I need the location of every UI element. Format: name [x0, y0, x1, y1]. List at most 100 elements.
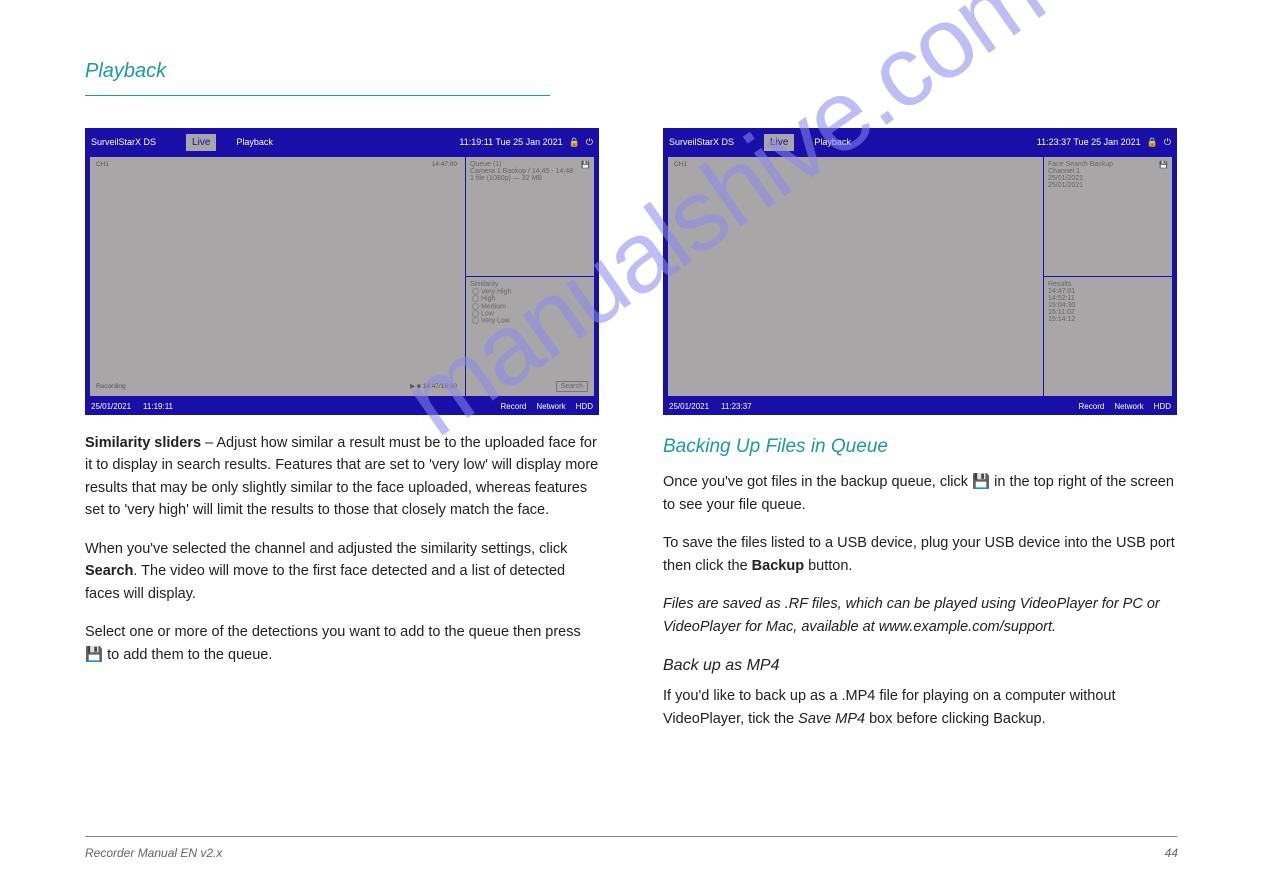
- column-left: Similarity sliders – Adjust how similar …: [85, 432, 599, 746]
- footer-left: Recorder Manual EN v2.x: [85, 846, 222, 860]
- screenshot-right-footer: 25/01/2021 11:23:37 Record Network HDD: [663, 397, 1177, 415]
- queue-line-1: Camera 1 Backup / 14:45 - 14:48: [470, 168, 590, 175]
- tab-live[interactable]: Live: [186, 134, 216, 151]
- footbar-time: 11:19:11: [143, 402, 173, 411]
- backup-button-label: Backup: [752, 558, 804, 574]
- p2-suffix: . The video will move to the first face …: [85, 563, 565, 601]
- backup-start: 25/01/2021: [1048, 175, 1168, 182]
- screenshot-left-footer: 25/01/2021 11:19:11 Record Network HDD: [85, 397, 599, 415]
- status-record: Record: [501, 402, 527, 411]
- paragraph-search: When you've selected the channel and adj…: [85, 538, 599, 605]
- screenshot-left-body: CH1 14:47:00 Recording ▶ ■ 14:47/16:30 Q…: [89, 156, 595, 397]
- similarity-panel: Similarity Very High High Medium Low Ver…: [466, 277, 594, 396]
- status-hdd: HDD: [1154, 402, 1171, 411]
- backup-channel: Channel 1: [1048, 168, 1168, 175]
- tab-live[interactable]: Live: [764, 134, 794, 151]
- power-icon[interactable]: ⏻: [586, 137, 593, 148]
- screenshot-right: SurveilStarX DS Live Playback 11:23:37 T…: [663, 128, 1177, 415]
- header-rule: [85, 95, 550, 96]
- play-icon[interactable]: ▶: [410, 383, 415, 390]
- status-record: Record: [1079, 402, 1105, 411]
- clock-text: 11:19:11 Tue 25 Jan 2021: [459, 137, 562, 147]
- sim-row-4[interactable]: Low: [470, 310, 590, 317]
- similarity-header: Similarity: [470, 281, 590, 288]
- status-network: Network: [1114, 402, 1143, 411]
- clock-text: 11:23:37 Tue 25 Jan 2021: [1037, 137, 1141, 147]
- section-title: Backing Up Files in Queue: [663, 432, 1177, 461]
- side-column: Face Search Backup Channel 1 25/01/2021 …: [1044, 157, 1172, 396]
- p3-suffix: to add them to the queue.: [107, 647, 272, 663]
- screenshot-row: SurveilStarX DS Live Playback 11:19:11 T…: [85, 128, 1177, 415]
- side-column: Queue (1) Camera 1 Backup / 14:45 - 14:4…: [466, 157, 594, 396]
- channel-label: CH1: [674, 161, 687, 170]
- backup-panel: Face Search Backup Channel 1 25/01/2021 …: [1044, 157, 1172, 277]
- backup-icon-inline: 💾: [972, 474, 990, 490]
- paragraph-similarity: Similarity sliders – Adjust how similar …: [85, 432, 599, 522]
- subheading-mp4: Back up as MP4: [663, 654, 1177, 679]
- footer-page-number: 44: [1165, 846, 1178, 860]
- footer-rule: [85, 836, 1177, 837]
- queue-header: Queue (1): [470, 161, 590, 168]
- search-label: Search: [85, 563, 133, 579]
- page-title: Playback: [85, 60, 166, 83]
- footbar-date: 25/01/2021: [91, 402, 131, 411]
- video-main: CH1 14:47:00 Recording ▶ ■ 14:47/16:30: [90, 157, 466, 396]
- screenshot-left: SurveilStarX DS Live Playback 11:19:11 T…: [85, 128, 599, 415]
- paragraph-queue-open: Once you've got files in the backup queu…: [663, 471, 1177, 516]
- app-title: SurveilStarX DS: [91, 137, 156, 147]
- sim-row-3[interactable]: Medium: [470, 303, 590, 310]
- screenshot-right-topbar: SurveilStarX DS Live Playback 11:23:37 T…: [663, 128, 1177, 156]
- backup-header: Face Search Backup: [1048, 161, 1168, 168]
- screenshot-right-body: CH1 Face Search Backup Channel 1 25/01/2…: [667, 156, 1173, 397]
- paragraph-mp4: If you'd like to back up as a .MP4 file …: [663, 685, 1177, 730]
- tab-playback[interactable]: Playback: [814, 137, 851, 147]
- queue-line-2: 1 file (1080p) — 32 MB: [470, 175, 590, 182]
- lock-icon[interactable]: 🔒: [1147, 137, 1158, 148]
- status-hdd: HDD: [576, 402, 593, 411]
- paragraph-queue: Select one or more of the detections you…: [85, 621, 599, 666]
- footbar-time: 11:23:37: [721, 402, 752, 411]
- p2-prefix: When you've selected the channel and adj…: [85, 541, 567, 557]
- queue-panel: Queue (1) Camera 1 Backup / 14:45 - 14:4…: [466, 157, 594, 277]
- result-row[interactable]: 15:11:02: [1048, 309, 1168, 316]
- backup-icon[interactable]: 💾: [1159, 161, 1168, 169]
- power-icon[interactable]: ⏻: [1164, 137, 1171, 148]
- result-row[interactable]: 14:47:01: [1048, 288, 1168, 295]
- r-p3-suffix: box before clicking Backup.: [865, 711, 1046, 727]
- paragraph-backup-usb: To save the files listed to a USB device…: [663, 532, 1177, 577]
- sim-row-5[interactable]: Very Low: [470, 317, 590, 324]
- sim-row-2[interactable]: High: [470, 295, 590, 302]
- app-title: SurveilStarX DS: [669, 137, 734, 147]
- r-p2-prefix: To save the files listed to a USB device…: [663, 535, 1175, 573]
- note-rf: Files are saved as .RF files, which can …: [663, 593, 1177, 638]
- r-p1-prefix: Once you've got files in the backup queu…: [663, 474, 972, 490]
- tab-playback[interactable]: Playback: [236, 137, 273, 147]
- video-main: CH1: [668, 157, 1044, 396]
- column-right: Backing Up Files in Queue Once you've go…: [663, 432, 1177, 746]
- p3-prefix: Select one or more of the detections you…: [85, 624, 581, 640]
- status-network: Network: [536, 402, 565, 411]
- screenshot-left-topbar: SurveilStarX DS Live Playback 11:19:11 T…: [85, 128, 599, 156]
- sim-row-1[interactable]: Very High: [470, 288, 590, 295]
- backup-queue-icon[interactable]: 💾: [581, 161, 590, 169]
- results-panel: Results 14:47:01 14:52:11 15:04:30 15:11…: [1044, 277, 1172, 396]
- results-header: Results: [1048, 281, 1168, 288]
- lock-icon[interactable]: 🔒: [569, 137, 580, 148]
- stop-icon[interactable]: ■: [417, 383, 421, 390]
- status-overlay: Recording: [96, 383, 126, 392]
- save-mp4-label: Save MP4: [798, 711, 865, 727]
- result-row[interactable]: 15:14:12: [1048, 316, 1168, 323]
- channel-label: CH1: [96, 161, 109, 170]
- time-indicator: 14:47/16:30: [423, 383, 457, 390]
- body-columns: Similarity sliders – Adjust how similar …: [85, 432, 1177, 746]
- playback-controls[interactable]: ▶ ■ 14:47/16:30: [410, 383, 457, 392]
- similarity-label: Similarity sliders: [85, 435, 201, 451]
- backup-end: 25/01/2021: [1048, 182, 1168, 189]
- result-row[interactable]: 15:04:30: [1048, 302, 1168, 309]
- backup-icon-inline: 💾: [85, 647, 103, 663]
- clock-overlay: 14:47:00: [432, 161, 457, 170]
- r-p2-suffix: button.: [804, 558, 852, 574]
- search-button[interactable]: Search: [556, 381, 588, 392]
- page-header: Playback: [85, 60, 1177, 96]
- result-row[interactable]: 14:52:11: [1048, 295, 1168, 302]
